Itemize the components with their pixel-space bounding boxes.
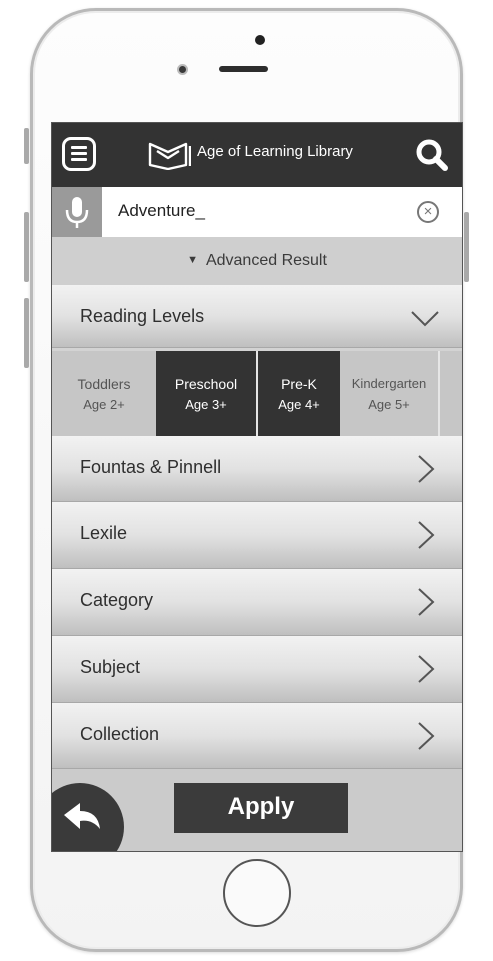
book-logo-icon [148,142,191,170]
proximity-sensor [255,35,265,45]
caret-down-icon: ▼ [187,254,198,266]
level-name: Toddlers [77,376,131,392]
level-name: Kindergarten [351,376,427,391]
mic-button[interactable] [52,187,102,237]
app-title: Age of Learning Library [197,143,353,160]
section-lexile[interactable]: Lexile [52,502,462,569]
phone-volume-up [24,212,29,282]
section-collection[interactable]: Collection [52,703,462,769]
chevron-right-icon [418,588,435,616]
clear-icon[interactable]: × [417,201,439,223]
search-icon[interactable] [412,135,452,175]
level-pre-k[interactable]: Pre-K Age 4+ [258,351,340,436]
level-toddlers[interactable]: Toddlers Age 2+ [52,351,156,436]
search-bar: Adventure_ × [52,187,462,237]
level-preschool[interactable]: Preschool Age 3+ [156,351,256,436]
level-name: Preschool [174,376,238,392]
chevron-right-icon [418,455,435,483]
section-fountas-pinnell[interactable]: Fountas & Pinnell [52,436,462,502]
level-age: Age 3+ [185,397,227,412]
advanced-result-label: Advanced Result [205,252,327,269]
back-button[interactable] [52,783,124,851]
section-category[interactable]: Category [52,569,462,636]
back-arrow-icon [64,803,100,829]
chevron-right-icon [418,722,435,750]
phone-power-button [464,212,469,282]
section-subject[interactable]: Subject [52,636,462,703]
phone-silent-switch [24,128,29,164]
level-age: Age 4+ [278,397,320,412]
level-kindergarten[interactable]: Kindergarten Age 5+ [340,351,440,436]
mic-icon [65,197,89,228]
level-name: Pre-K [281,376,317,392]
section-label: Category [80,590,154,610]
phone-volume-down [24,298,29,368]
apply-button[interactable]: Apply [174,783,348,833]
section-reading-levels[interactable]: Reading Levels [52,285,462,348]
level-age: Age 5+ [368,397,410,412]
chevron-right-icon [418,521,435,549]
app-screen: Age of Learning Library Adventure_ × ▼ Ad… [51,122,463,852]
search-input[interactable]: Adventure_ [118,201,205,221]
chevron-right-icon [418,655,435,683]
front-camera [177,64,188,75]
chevron-down-icon [411,311,439,327]
earpiece-speaker [219,66,268,72]
home-button[interactable] [223,859,291,927]
level-age: Age 2+ [83,397,125,412]
section-label: Reading Levels [80,306,205,326]
app-header: Age of Learning Library [52,123,462,187]
menu-icon[interactable] [62,137,96,171]
advanced-result-toggle[interactable]: ▼ Advanced Result [52,237,462,285]
section-label: Lexile [80,523,128,543]
section-label: Subject [80,657,141,677]
reading-level-options: Toddlers Age 2+ Preschool Age 3+ Pre-K A… [52,351,462,436]
section-label: Fountas & Pinnell [80,457,222,477]
section-label: Collection [80,724,160,744]
